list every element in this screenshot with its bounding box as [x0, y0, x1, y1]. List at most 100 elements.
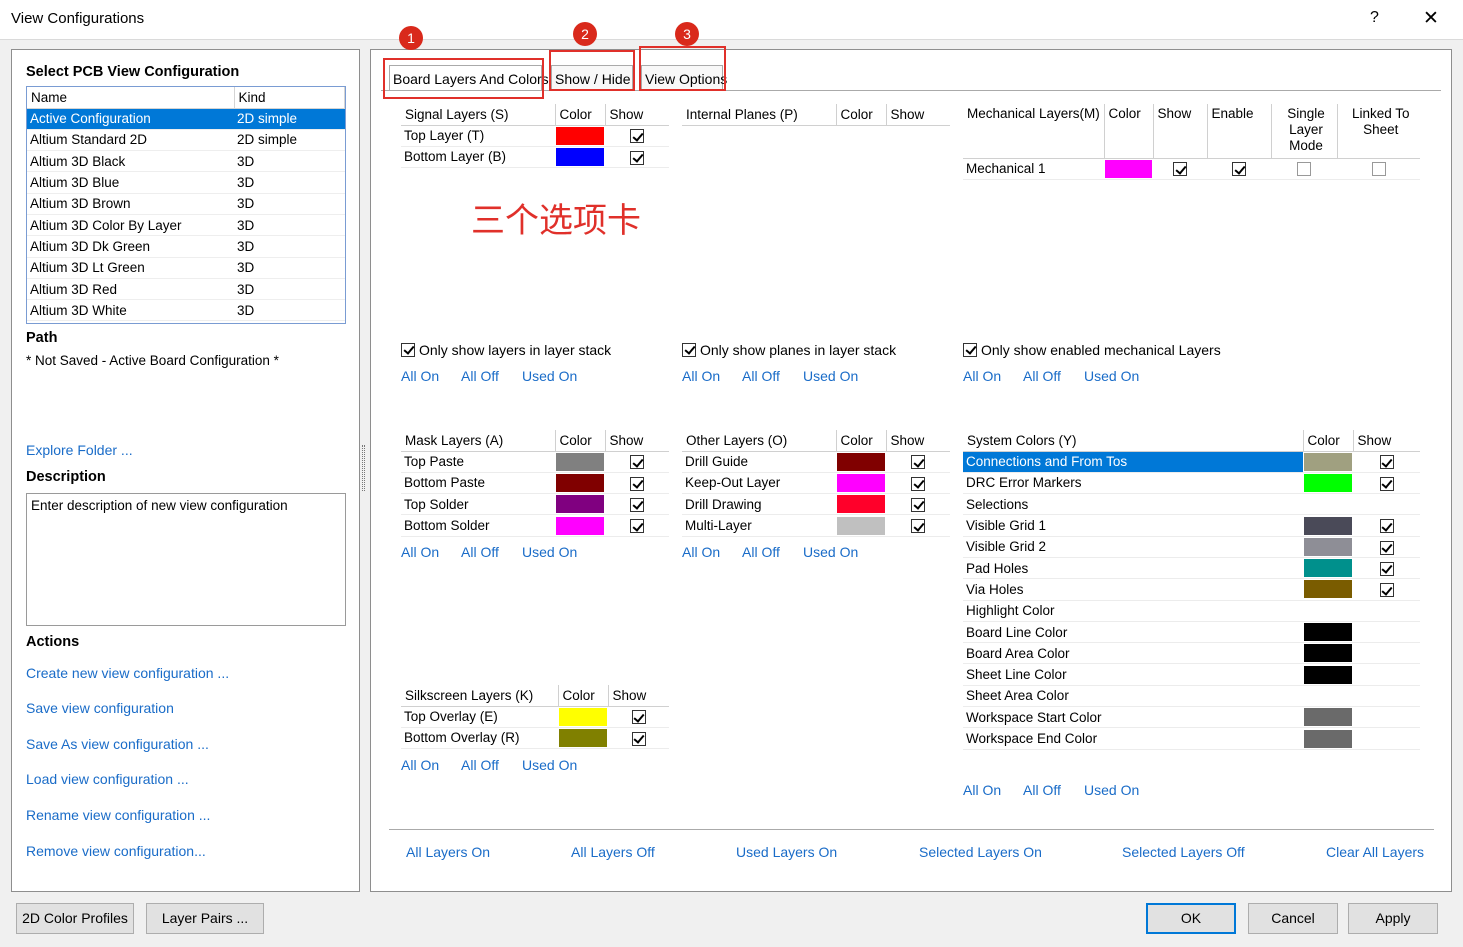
- rename-config-link[interactable]: Rename view configuration ...: [26, 807, 210, 823]
- other-layer-show-cell[interactable]: [886, 451, 950, 473]
- signal-layer-row[interactable]: Bottom Layer (B): [401, 146, 669, 169]
- load-config-link[interactable]: Load view configuration ...: [26, 771, 189, 787]
- selected-layers-on-link[interactable]: Selected Layers On: [919, 844, 1042, 860]
- mech-layer-color-cell[interactable]: [1104, 158, 1153, 180]
- system-color-color-cell[interactable]: [1303, 727, 1353, 750]
- system-color-show-cell[interactable]: [1353, 472, 1420, 495]
- system-color-color-swatch[interactable]: [1304, 473, 1352, 492]
- mech-col-linked-to-sheet[interactable]: Linked To Sheet: [1336, 104, 1420, 159]
- mask-layer-row[interactable]: Top Paste: [401, 451, 669, 473]
- system-color-color-cell[interactable]: [1303, 685, 1353, 708]
- system-color-color-cell[interactable]: [1303, 493, 1353, 516]
- silk-layer-show-cell[interactable]: [608, 727, 669, 750]
- silk-layer-show-checkbox[interactable]: [631, 731, 646, 746]
- all-layers-on-link[interactable]: All Layers On: [406, 844, 490, 860]
- mask-layers-grid[interactable]: Mask Layers (A) Color Show Top Paste Bott…: [401, 430, 669, 537]
- mech-show-checkbox[interactable]: [1173, 162, 1187, 177]
- system-all-on-link[interactable]: All On: [963, 782, 1001, 798]
- planes-col-name[interactable]: Internal Planes (P): [682, 104, 836, 126]
- save-config-link[interactable]: Save view configuration: [26, 700, 174, 716]
- system-color-color-swatch[interactable]: [1304, 495, 1352, 514]
- mask-layer-color-swatch[interactable]: [556, 495, 604, 514]
- mask-layer-show-checkbox[interactable]: [630, 476, 644, 491]
- mask-layer-color-cell[interactable]: [555, 514, 605, 537]
- color-profiles-button[interactable]: 2D Color Profiles: [16, 903, 134, 934]
- mech-used-on-link[interactable]: Used On: [1084, 368, 1139, 384]
- signal-layer-show-checkbox[interactable]: [630, 129, 644, 144]
- config-row[interactable]: Active Configuration 2D simple: [27, 108, 345, 130]
- description-field[interactable]: Enter description of new view configurat…: [26, 493, 346, 626]
- mech-filter-checkbox[interactable]: [963, 342, 977, 357]
- system-color-color-swatch[interactable]: [1304, 537, 1352, 556]
- silk-col-show[interactable]: Show: [607, 685, 669, 707]
- other-layer-color-cell[interactable]: [836, 451, 886, 473]
- system-color-show-cell[interactable]: [1353, 621, 1420, 644]
- panel-splitter[interactable]: [362, 445, 365, 491]
- save-as-config-link[interactable]: Save As view configuration ...: [26, 736, 209, 752]
- system-color-color-cell[interactable]: [1303, 472, 1353, 495]
- config-row[interactable]: Altium 3D Brown 3D: [27, 193, 345, 215]
- other-all-off-link[interactable]: All Off: [742, 544, 780, 560]
- mask-layer-show-checkbox[interactable]: [630, 497, 644, 512]
- signal-col-color[interactable]: Color: [554, 104, 605, 126]
- planes-filter-checkbox[interactable]: [682, 342, 696, 357]
- system-color-show-cell[interactable]: [1353, 578, 1420, 601]
- mech-layer-color-swatch[interactable]: [1105, 159, 1152, 178]
- config-list[interactable]: Name Kind Active Configuration 2D simple A…: [26, 86, 346, 324]
- config-row[interactable]: Altium 3D Dk Green 3D: [27, 235, 345, 258]
- system-color-row[interactable]: DRC Error Markers: [963, 472, 1420, 495]
- system-color-show-checkbox[interactable]: [1379, 540, 1394, 555]
- system-color-show-checkbox[interactable]: [1379, 519, 1394, 534]
- other-layer-row[interactable]: Drill Drawing: [682, 493, 950, 516]
- system-color-color-cell[interactable]: [1303, 514, 1353, 537]
- system-color-show-cell[interactable]: [1353, 493, 1420, 516]
- mask-layer-show-cell[interactable]: [605, 451, 669, 473]
- system-color-row[interactable]: Visible Grid 2: [963, 536, 1420, 558]
- config-row[interactable]: Altium 3D White 3D: [27, 299, 345, 322]
- system-color-row[interactable]: Workspace Start Color: [963, 706, 1420, 729]
- signal-layer-color-swatch[interactable]: [556, 147, 604, 166]
- mask-col-name[interactable]: Mask Layers (A): [401, 430, 555, 452]
- mech-single-layer-cell[interactable]: [1271, 158, 1337, 180]
- mask-col-show[interactable]: Show: [604, 430, 669, 452]
- system-color-color-cell[interactable]: [1303, 706, 1353, 729]
- mech-linked-sheet-cell[interactable]: [1337, 158, 1420, 180]
- silk-col-color[interactable]: Color: [557, 685, 608, 707]
- mech-filter[interactable]: Only show enabled mechanical Layers: [963, 342, 1221, 358]
- create-config-link[interactable]: Create new view configuration ...: [26, 665, 229, 681]
- close-icon[interactable]: ✕: [1423, 7, 1439, 30]
- mech-single-layer-checkbox[interactable]: [1297, 162, 1311, 177]
- clear-all-layers-link[interactable]: Clear All Layers: [1326, 844, 1424, 860]
- system-color-row[interactable]: Via Holes: [963, 578, 1420, 601]
- planes-used-on-link[interactable]: Used On: [803, 368, 858, 384]
- config-row[interactable]: Altium 3D Lt Green 3D: [27, 257, 345, 279]
- mech-col-name[interactable]: Mechanical Layers(M): [963, 104, 1104, 159]
- system-color-show-checkbox[interactable]: [1379, 583, 1394, 598]
- mech-linked-sheet-checkbox[interactable]: [1371, 162, 1386, 177]
- explore-folder-link[interactable]: Explore Folder ...: [26, 442, 133, 458]
- other-layer-color-cell[interactable]: [836, 514, 886, 537]
- other-layer-show-cell[interactable]: [886, 493, 950, 516]
- other-all-on-link[interactable]: All On: [682, 544, 720, 560]
- signal-filter-checkbox[interactable]: [401, 342, 415, 357]
- planes-all-on-link[interactable]: All On: [682, 368, 720, 384]
- system-color-show-cell[interactable]: [1353, 451, 1420, 473]
- signal-layer-row[interactable]: Top Layer (T): [401, 125, 669, 147]
- system-color-color-swatch[interactable]: [1304, 516, 1352, 535]
- signal-col-show[interactable]: Show: [604, 104, 669, 126]
- system-color-color-cell[interactable]: [1303, 621, 1353, 644]
- other-layer-color-cell[interactable]: [836, 472, 886, 495]
- mask-layer-show-cell[interactable]: [605, 493, 669, 516]
- silk-layer-row[interactable]: Top Overlay (E): [401, 706, 669, 728]
- internal-planes-grid[interactable]: Internal Planes (P) Color Show: [682, 104, 950, 126]
- mask-layer-show-checkbox[interactable]: [630, 455, 644, 470]
- system-color-color-cell[interactable]: [1303, 642, 1353, 665]
- mask-used-on-link[interactable]: Used On: [522, 544, 577, 560]
- col-kind[interactable]: Kind: [234, 87, 345, 109]
- system-color-color-swatch[interactable]: [1304, 708, 1352, 727]
- system-color-show-checkbox[interactable]: [1379, 561, 1394, 576]
- all-layers-off-link[interactable]: All Layers Off: [571, 844, 655, 860]
- system-color-show-cell[interactable]: [1353, 600, 1420, 622]
- mask-layer-color-cell[interactable]: [555, 472, 605, 495]
- system-color-show-cell[interactable]: [1353, 642, 1420, 665]
